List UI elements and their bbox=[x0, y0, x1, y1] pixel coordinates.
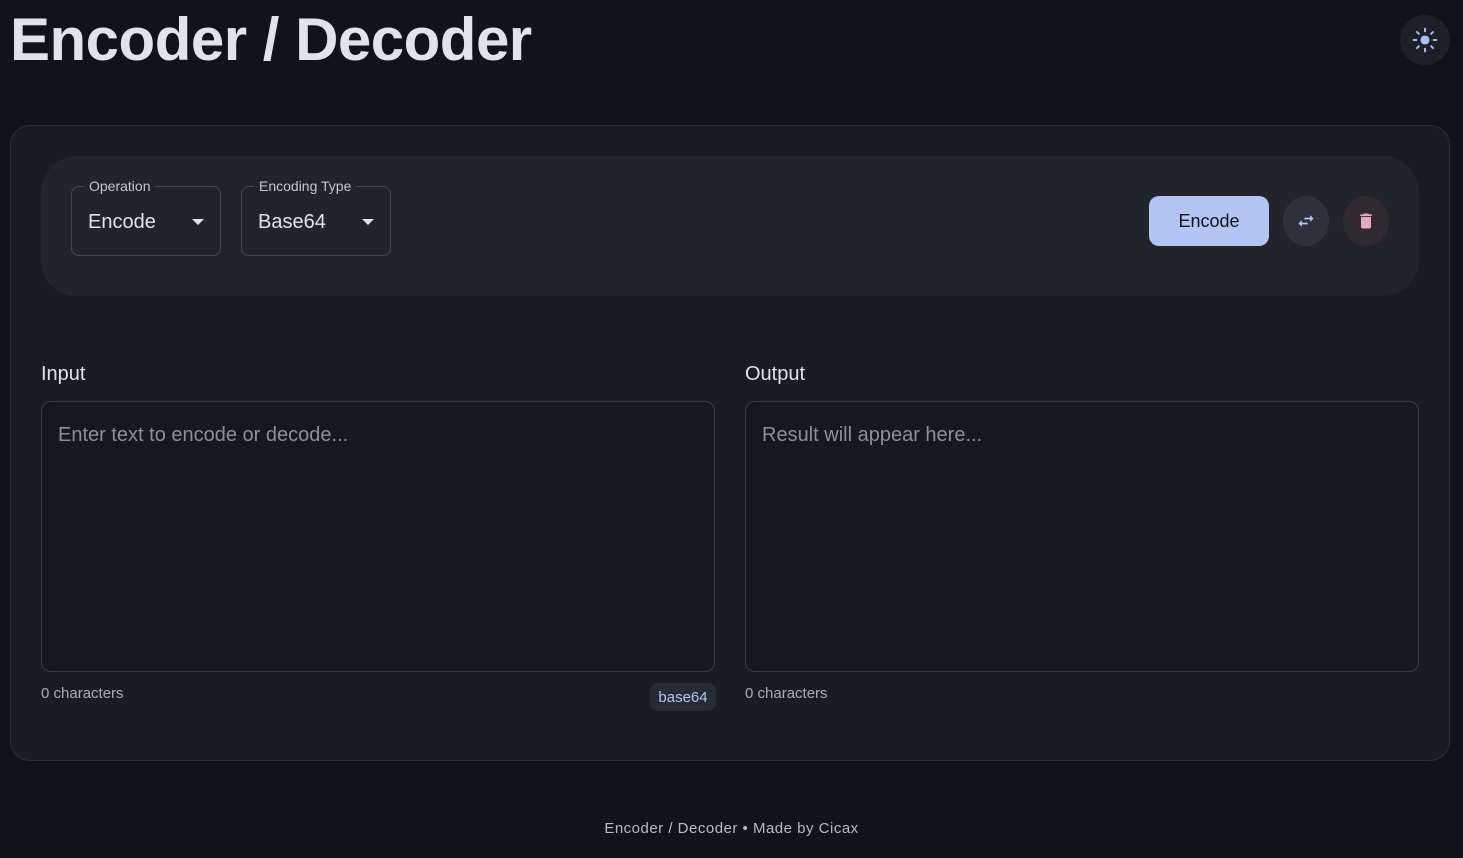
footer: Encoder / Decoder • Made by Cicax bbox=[604, 820, 859, 837]
swap-button[interactable] bbox=[1283, 196, 1329, 246]
theme-toggle-button[interactable] bbox=[1400, 15, 1450, 65]
sun-icon bbox=[1412, 27, 1438, 53]
trash-icon bbox=[1360, 213, 1372, 229]
toolbar: Operation Encode Encoding Type Base64 En… bbox=[41, 156, 1419, 296]
encoding-type-select[interactable]: Encoding Type Base64 bbox=[241, 177, 391, 256]
output-char-count: 0 characters bbox=[745, 685, 828, 702]
page-title: Encoder / Decoder bbox=[10, 6, 532, 73]
encode-button[interactable]: Encode bbox=[1149, 196, 1269, 246]
encoding-badge: base64 bbox=[650, 683, 716, 711]
input-label: Input bbox=[41, 363, 86, 385]
operation-select[interactable]: Operation Encode bbox=[71, 177, 221, 256]
chevron-down-icon bbox=[192, 219, 204, 225]
clear-button[interactable] bbox=[1343, 196, 1389, 246]
operation-select-value: Encode bbox=[88, 211, 156, 233]
chevron-down-icon bbox=[362, 219, 374, 225]
encoding-type-select-value: Base64 bbox=[258, 211, 326, 233]
page: Encoder / Decoder Operation Encode Encod… bbox=[0, 0, 1463, 858]
swap-arrows-icon bbox=[1298, 215, 1314, 227]
main-card: Operation Encode Encoding Type Base64 En… bbox=[10, 125, 1450, 761]
input-char-count: 0 characters bbox=[41, 685, 124, 702]
input-textarea[interactable] bbox=[41, 401, 715, 672]
operation-select-label: Operation bbox=[84, 177, 156, 195]
output-textarea[interactable] bbox=[745, 401, 1419, 672]
encoding-type-select-label: Encoding Type bbox=[254, 177, 357, 195]
output-label: Output bbox=[745, 363, 806, 385]
